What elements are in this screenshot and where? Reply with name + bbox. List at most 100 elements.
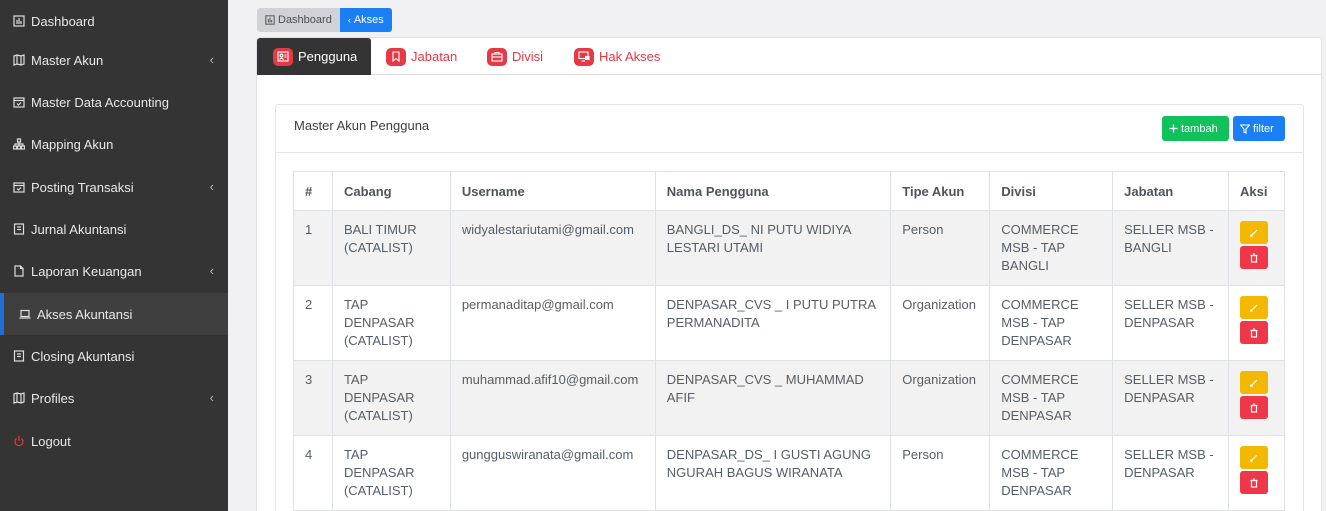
sitemap-icon bbox=[12, 137, 26, 151]
edit-button[interactable] bbox=[1239, 296, 1268, 319]
user-card-icon bbox=[273, 47, 293, 66]
sidebar-item-laporan-keuangan[interactable]: Laporan Keuangan ‹ bbox=[0, 250, 228, 292]
cell-tipe-akun: Person bbox=[890, 435, 991, 511]
map-icon bbox=[12, 391, 26, 405]
main-card: Pengguna Jabatan Divisi Hak Akses Master… bbox=[256, 37, 1322, 511]
delete-button[interactable] bbox=[1239, 396, 1268, 419]
column-header: Cabang bbox=[331, 171, 451, 211]
bar-chart-icon bbox=[265, 15, 275, 25]
sidebar-item-label: Jurnal Akuntansi bbox=[31, 221, 127, 237]
trash-icon bbox=[1250, 477, 1258, 488]
breadcrumb-dashboard[interactable]: Dashboard bbox=[257, 8, 340, 32]
cell-jabatan: SELLER MSB - BANGLI bbox=[1112, 210, 1229, 286]
column-header: Aksi bbox=[1227, 171, 1286, 211]
table-row: 2 TAP DENPASAR (CATALIST) permanaditap@g… bbox=[293, 285, 1286, 361]
edit-button[interactable] bbox=[1239, 371, 1268, 394]
cell-aksi bbox=[1227, 435, 1286, 511]
cell-divisi: COMMERCE MSB - TAP DENPASAR bbox=[989, 435, 1114, 511]
sidebar-item-label: Dashboard bbox=[31, 13, 95, 29]
sidebar-item-jurnal-akuntansi[interactable]: Jurnal Akuntansi bbox=[0, 208, 228, 250]
tab-label: Divisi bbox=[512, 49, 544, 64]
column-header: # bbox=[293, 171, 333, 211]
table-row: 1 BALI TIMUR (CATALIST) widyalestariutam… bbox=[293, 210, 1286, 286]
breadcrumb-label: Dashboard bbox=[278, 14, 332, 26]
sidebar-item-dashboard[interactable]: Dashboard bbox=[0, 0, 228, 42]
sidebar-item-closing-akuntansi[interactable]: Closing Akuntansi bbox=[0, 335, 228, 377]
cell-tipe-akun: Organization bbox=[890, 360, 991, 436]
bar-chart-icon bbox=[12, 14, 26, 28]
delete-button[interactable] bbox=[1239, 246, 1268, 269]
cell-cabang: TAP DENPASAR (CATALIST) bbox=[331, 435, 451, 511]
sidebar-item-akses-akuntansi[interactable]: Akses Akuntansi bbox=[0, 293, 228, 335]
sidebar-item-master-data-accounting[interactable]: Master Data Accounting bbox=[0, 81, 228, 123]
tab-label: Jabatan bbox=[411, 49, 458, 64]
sidebar: Dashboard Master Akun ‹ Master Data Acco… bbox=[0, 0, 228, 511]
sidebar-item-label: Master Akun bbox=[31, 52, 104, 68]
journal-icon bbox=[12, 349, 26, 363]
sidebar-item-label: Akses Akuntansi bbox=[37, 306, 133, 322]
cell-nama-pengguna: BANGLI_DS_ NI PUTU WIDIYA LESTARI UTAMI bbox=[654, 210, 892, 286]
sidebar-item-label: Posting Transaksi bbox=[31, 179, 134, 195]
sidebar-item-label: Profiles bbox=[31, 390, 75, 406]
cell-cabang: TAP DENPASAR (CATALIST) bbox=[331, 285, 451, 361]
sidebar-item-label: Mapping Akun bbox=[31, 136, 114, 152]
sidebar-item-master-akun[interactable]: Master Akun ‹ bbox=[0, 39, 228, 81]
tab-pengguna[interactable]: Pengguna bbox=[257, 38, 371, 75]
tab-jabatan[interactable]: Jabatan bbox=[386, 38, 457, 75]
table-row: 4 TAP DENPASAR (CATALIST) gungguswiranat… bbox=[293, 435, 1286, 511]
chevron-left-icon: ‹ bbox=[209, 390, 214, 405]
panel-title: Master Akun Pengguna bbox=[294, 118, 430, 133]
add-button-label: tambah bbox=[1181, 122, 1218, 135]
tab-label: Pengguna bbox=[298, 49, 358, 64]
map-icon bbox=[12, 53, 26, 67]
column-header: Username bbox=[449, 171, 656, 211]
pencil-icon bbox=[1249, 379, 1258, 387]
add-button[interactable]: tambah bbox=[1162, 116, 1229, 141]
sidebar-item-posting-transaksi[interactable]: Posting Transaksi ‹ bbox=[0, 166, 228, 208]
trash-icon bbox=[1250, 252, 1258, 263]
user-panel: Master Akun Pengguna tambah filter # Cab… bbox=[275, 104, 1304, 511]
cell-index: 2 bbox=[293, 285, 333, 361]
cell-jabatan: SELLER MSB - DENPASAR bbox=[1112, 435, 1229, 511]
cell-aksi bbox=[1227, 210, 1286, 286]
edit-button[interactable] bbox=[1239, 446, 1268, 469]
panel-header: Master Akun Pengguna tambah filter bbox=[276, 105, 1303, 153]
cell-cabang: TAP DENPASAR (CATALIST) bbox=[331, 360, 451, 436]
column-header: Nama Pengguna bbox=[654, 171, 892, 211]
table-row: 3 TAP DENPASAR (CATALIST) muhammad.afif1… bbox=[293, 360, 1286, 436]
cell-aksi bbox=[1227, 360, 1286, 436]
cell-nama-pengguna: DENPASAR_CVS _ I PUTU PUTRA PERMANADITA bbox=[654, 285, 892, 361]
sidebar-item-label: Closing Akuntansi bbox=[31, 348, 135, 364]
cell-nama-pengguna: DENPASAR_DS_ I GUSTI AGUNG NGURAH BAGUS … bbox=[654, 435, 892, 511]
user-table: # Cabang Username Nama Pengguna Tipe Aku… bbox=[293, 171, 1286, 511]
breadcrumb: Dashboard ‹ Akses bbox=[257, 8, 392, 32]
column-header: Tipe Akun bbox=[890, 171, 991, 211]
cell-divisi: COMMERCE MSB - TAP DENPASAR bbox=[989, 285, 1114, 361]
pencil-icon bbox=[1249, 229, 1258, 237]
sidebar-item-mapping-akun[interactable]: Mapping Akun bbox=[0, 123, 228, 165]
cell-cabang: BALI TIMUR (CATALIST) bbox=[331, 210, 451, 286]
sidebar-item-logout[interactable]: Logout bbox=[0, 420, 228, 462]
cell-username: muhammad.afif10@gmail.com bbox=[449, 360, 656, 436]
cell-index: 1 bbox=[293, 210, 333, 286]
filter-button-label: filter bbox=[1253, 122, 1274, 135]
cell-tipe-akun: Person bbox=[890, 210, 991, 286]
tab-hak-akses[interactable]: Hak Akses bbox=[574, 38, 660, 75]
cell-divisi: COMMERCE MSB - TAP DENPASAR bbox=[989, 360, 1114, 436]
power-icon bbox=[12, 434, 26, 448]
table-header-row: # Cabang Username Nama Pengguna Tipe Aku… bbox=[293, 171, 1286, 211]
trash-icon bbox=[1250, 327, 1258, 338]
edit-button[interactable] bbox=[1239, 221, 1268, 244]
tab-divisi[interactable]: Divisi bbox=[487, 38, 543, 75]
filter-button[interactable]: filter bbox=[1233, 116, 1285, 141]
calendar-check-icon bbox=[12, 95, 26, 109]
cell-jabatan: SELLER MSB - DENPASAR bbox=[1112, 360, 1229, 436]
sidebar-item-profiles[interactable]: Profiles ‹ bbox=[0, 377, 228, 419]
cell-jabatan: SELLER MSB - DENPASAR bbox=[1112, 285, 1229, 361]
sidebar-item-label: Laporan Keuangan bbox=[31, 263, 142, 279]
monitor-lock-icon bbox=[574, 47, 594, 66]
delete-button[interactable] bbox=[1239, 321, 1268, 344]
chevron-left-icon: ‹ bbox=[209, 52, 214, 67]
delete-button[interactable] bbox=[1239, 471, 1268, 494]
chevron-left-icon: ‹ bbox=[209, 263, 214, 278]
